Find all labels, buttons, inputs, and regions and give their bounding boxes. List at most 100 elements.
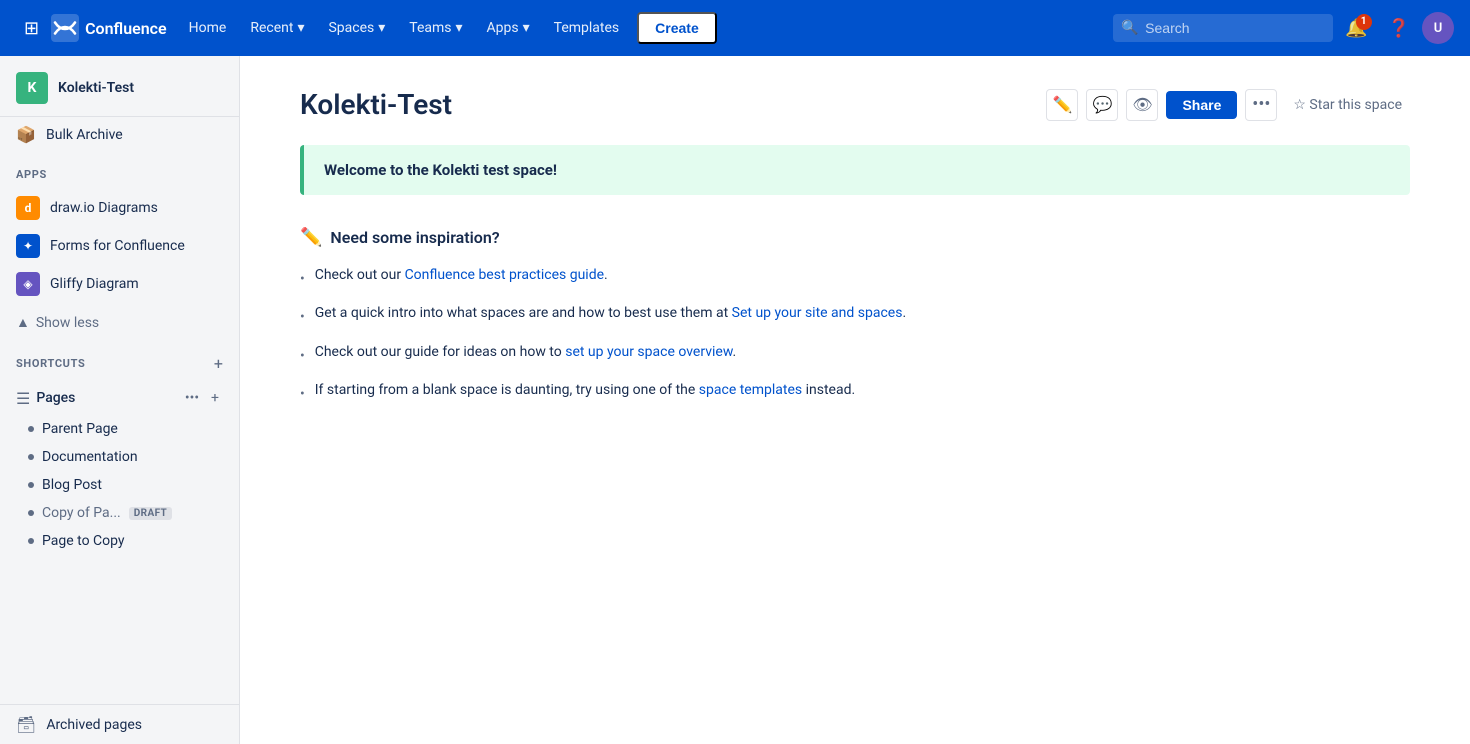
share-button[interactable]: Share [1166,91,1237,119]
bullet-dot: • [300,383,305,405]
notifications-button[interactable]: 🔔 1 [1337,10,1375,47]
bullet-text-2-after: . [902,305,906,321]
eye-icon: 👁 [1132,95,1152,114]
nav-spaces[interactable]: Spaces ▾ [318,14,395,42]
sidebar: K Kolekti-Test 📦 Bulk Archive APPS d dra… [0,56,240,744]
bullet-link-3[interactable]: set up your space overview [565,344,732,360]
page-item-documentation[interactable]: Documentation [0,443,239,471]
bullet-text-1-after: . [604,267,608,283]
shortcuts-add-button[interactable]: + [214,354,223,373]
draft-badge: DRAFT [129,507,172,520]
page-header-row: Kolekti-Test ✏️ 💬 👁 Share ••• ☆ Star thi… [300,88,1410,121]
shortcuts-section: SHORTCUTS + [0,338,239,377]
star-space-button[interactable]: ☆ Star this space [1285,91,1410,119]
shortcuts-header: SHORTCUTS + [0,338,239,377]
list-item: • Check out our Confluence best practice… [300,264,1410,290]
page-dot [28,538,34,544]
inspiration-title: ✏️ Need some inspiration? [300,227,1410,248]
nav-templates[interactable]: Templates [544,14,630,42]
bulk-archive-icon: 📦 [16,125,36,144]
bullet-text-2-before: Get a quick intro into what spaces are a… [315,305,732,321]
gliffy-icon: ◈ [16,272,40,296]
inspiration-heading: Need some inspiration? [330,228,499,247]
list-item: • Get a quick intro into what spaces are… [300,302,1410,328]
app-gliffy[interactable]: ◈ Gliffy Diagram [0,265,239,303]
bullet-text-3-before: Check out our guide for ideas on how to [315,344,565,360]
bullet-text-4-before: If starting from a blank space is daunti… [315,382,699,398]
show-less-button[interactable]: ▲ Show less [0,307,239,338]
apps-section-label: APPS [0,152,239,185]
chevron-up-icon: ▲ [16,314,30,331]
nav-teams[interactable]: Teams ▾ [399,14,472,42]
space-name: Kolekti-Test [58,80,134,96]
inspiration-section: ✏️ Need some inspiration? • Check out ou… [300,227,1410,406]
pages-add-button[interactable]: + [207,388,223,408]
grid-icon[interactable]: ⊞ [16,10,47,47]
bullet-link-1[interactable]: Confluence best practices guide [405,267,604,283]
page-tree: Parent Page Documentation Blog Post Copy… [0,415,239,559]
welcome-text: Welcome to the Kolekti test space! [324,161,1390,179]
pages-label: Pages [36,390,175,406]
page-layout: K Kolekti-Test 📦 Bulk Archive APPS d dra… [0,56,1470,744]
edit-button[interactable]: ✏️ [1046,89,1078,121]
comment-button[interactable]: 💬 [1086,89,1118,121]
page-title: Kolekti-Test [300,88,452,121]
space-header[interactable]: K Kolekti-Test [0,56,239,117]
search-input[interactable] [1113,14,1333,42]
more-icon: ••• [1252,94,1270,115]
nav-apps[interactable]: Apps ▾ [477,14,540,42]
edit-icon: ✏️ [1053,95,1073,114]
list-item: • Check out our guide for ideas on how t… [300,341,1410,367]
create-button[interactable]: Create [637,12,717,44]
drawio-icon: d [16,196,40,220]
bulk-archive-item[interactable]: 📦 Bulk Archive [0,117,239,152]
pages-more-button[interactable]: ••• [181,388,203,408]
page-dot [28,426,34,432]
nav-recent[interactable]: Recent ▾ [240,14,314,42]
forms-icon: ✦ [16,234,40,258]
inspiration-emoji: ✏️ [300,227,322,248]
help-button[interactable]: ❓ [1380,10,1418,47]
confluence-logo[interactable]: Confluence [51,14,167,42]
shortcuts-label: SHORTCUTS [16,357,85,370]
chevron-down-icon: ▾ [297,20,304,36]
archived-pages-item[interactable]: 🗃 Archived pages [0,705,239,744]
welcome-banner: Welcome to the Kolekti test space! [300,145,1410,195]
bullet-text-1-before: Check out our [315,267,405,283]
page-item-copy[interactable]: Copy of Pa... DRAFT [0,499,239,527]
sidebar-bottom: 🗃 Archived pages [0,704,239,744]
bullet-list: • Check out our Confluence best practice… [300,264,1410,406]
app-forms-confluence[interactable]: ✦ Forms for Confluence [0,227,239,265]
help-icon: ❓ [1388,18,1410,39]
space-icon: K [16,72,48,104]
top-navigation: ⊞ Confluence Home Recent ▾ Spaces ▾ Team… [0,0,1470,56]
bullet-dot: • [300,345,305,367]
avatar-initial: U [1434,21,1443,36]
bullet-dot: • [300,306,305,328]
app-drawio[interactable]: d draw.io Diagrams [0,189,239,227]
user-avatar[interactable]: U [1422,12,1454,44]
bullet-text-4-after: instead. [802,382,855,398]
pages-icon: ☰ [16,389,30,408]
nav-home[interactable]: Home [179,14,237,42]
apps-list: d draw.io Diagrams ✦ Forms for Confluenc… [0,185,239,307]
watch-button[interactable]: 👁 [1126,89,1158,121]
page-item-page-to-copy[interactable]: Page to Copy [0,527,239,555]
logo-text: Confluence [85,19,167,38]
bullet-link-2[interactable]: Set up your site and spaces [732,305,903,321]
archive-icon: 🗃 [16,715,36,734]
pages-section: ☰ Pages ••• + Parent Page Documentation [0,377,239,563]
star-icon: ☆ [1293,97,1309,113]
chevron-down-icon: ▾ [456,20,463,36]
pages-header[interactable]: ☰ Pages ••• + [0,381,239,415]
pages-actions: ••• + [181,388,223,408]
page-dot [28,510,34,516]
bullet-text-3-after: . [733,344,737,360]
page-toolbar: ✏️ 💬 👁 Share ••• ☆ Star this space [1046,89,1410,121]
page-item-blog[interactable]: Blog Post [0,471,239,499]
more-options-button[interactable]: ••• [1245,89,1277,121]
bullet-link-4[interactable]: space templates [699,382,802,398]
page-item-parent[interactable]: Parent Page [0,415,239,443]
bullet-dot: • [300,268,305,290]
list-item: • If starting from a blank space is daun… [300,379,1410,405]
